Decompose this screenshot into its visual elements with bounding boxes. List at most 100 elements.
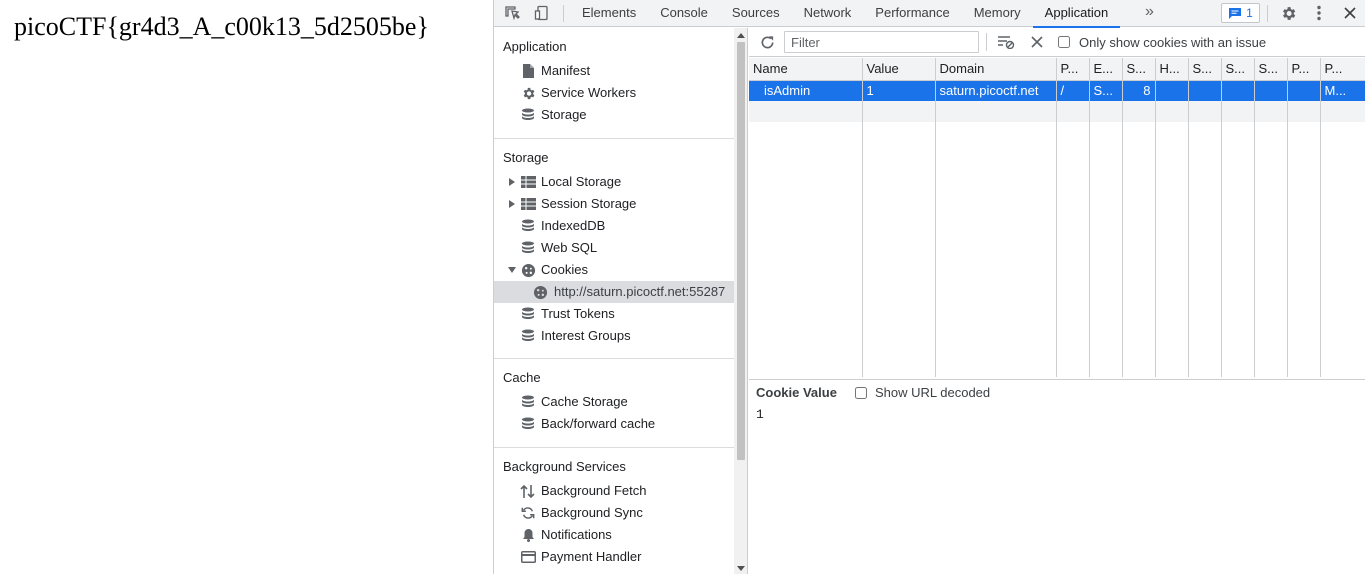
sidebar-item-cache-storage[interactable]: Cache Storage [494,391,734,413]
sidebar-item-background-fetch[interactable]: Background Fetch [494,480,734,502]
sidebar-item-manifest[interactable]: Manifest [494,60,734,82]
cookie-table: Name Value Domain P... E... S... H... S.… [749,58,1365,377]
tab-performance[interactable]: Performance [863,0,961,27]
sidebar-item-storage[interactable]: Storage [494,104,734,126]
cookie-value-pane: Cookie Value Show URL decoded 1 [749,379,1365,574]
tab-console[interactable]: Console [648,0,720,27]
cell-name[interactable]: isAdmin [749,80,863,101]
column-header-partition-key[interactable]: P... [1287,58,1321,81]
grid-icon [520,174,536,190]
sidebar-item-web-sql[interactable]: Web SQL [494,237,734,259]
cell-sameparty[interactable] [1254,80,1288,101]
sidebar-item-indexeddb[interactable]: IndexedDB [494,215,734,237]
column-header-secure[interactable]: S... [1188,58,1222,81]
cookie-value-title: Cookie Value [756,385,837,400]
settings-gear-icon[interactable] [1277,3,1299,23]
empty-table-row[interactable] [749,101,1365,122]
column-header-httponly[interactable]: H... [1155,58,1189,81]
sidebar-item-background-sync[interactable]: Background Sync [494,502,734,524]
chevron-double-right-icon[interactable]: » [1145,2,1154,22]
table-header-row: Name Value Domain P... E... S... H... S.… [749,58,1365,81]
tab-sources[interactable]: Sources [720,0,792,27]
arrows-up-down-icon [520,483,536,499]
scroll-up-arrow-icon[interactable] [737,33,745,38]
collapse-arrow-icon[interactable] [507,259,517,281]
expand-arrow-icon[interactable] [507,171,517,193]
sidebar-item-back-forward-cache[interactable]: Back/forward cache [494,413,734,435]
sidebar-item-cookies[interactable]: Cookies [494,259,734,281]
devtools-tabbar: Elements Console Sources Network Perform… [494,0,1365,28]
grid-icon [520,196,536,212]
sidebar-item-interest-groups[interactable]: Interest Groups [494,325,734,347]
sidebar-scrollbar[interactable] [734,28,747,574]
cell-priority[interactable]: M... [1320,80,1365,101]
cell-samesite[interactable] [1221,80,1255,101]
filter-input[interactable] [784,31,979,53]
sidebar-item-session-storage[interactable]: Session Storage [494,193,734,215]
issues-button[interactable]: 1 [1221,3,1260,23]
cookies-panel: Only show cookies with an issue Name Val… [749,28,1365,574]
cell-secure[interactable] [1188,80,1222,101]
cell-httponly[interactable] [1155,80,1189,101]
expand-arrow-icon[interactable] [507,193,517,215]
device-toolbar-icon[interactable] [531,3,553,23]
only-issues-checkbox[interactable] [1058,36,1070,48]
column-header-value[interactable]: Value [862,58,936,81]
database-icon [520,394,536,410]
cell-size[interactable]: 8 [1122,80,1156,101]
sync-icon [520,505,536,521]
section-title-application: Application [503,39,567,54]
cell-expires[interactable]: S... [1089,80,1123,101]
column-header-name[interactable]: Name [749,58,863,81]
clear-filtered-cookies-icon[interactable] [996,33,1016,51]
cell-value[interactable]: 1 [862,80,936,101]
column-header-size[interactable]: S... [1122,58,1156,81]
tab-elements[interactable]: Elements [570,0,648,27]
section-title-storage: Storage [503,150,549,165]
show-url-decoded-label: Show URL decoded [875,385,991,400]
refresh-icon[interactable] [758,33,776,51]
close-devtools-icon[interactable] [1339,3,1361,23]
column-header-priority[interactable]: P... [1320,58,1365,81]
column-header-samesite[interactable]: S... [1221,58,1255,81]
database-icon [520,240,536,256]
column-header-sameparty[interactable]: S... [1254,58,1288,81]
flag-text: picoCTF{gr4d3_A_c00k13_5d2505be} [14,12,429,41]
tab-network[interactable]: Network [792,0,864,27]
cookie-table-container: Name Value Domain P... E... S... H... S.… [749,58,1365,379]
show-url-decoded-checkbox[interactable] [855,387,867,399]
sidebar-item-local-storage[interactable]: Local Storage [494,171,734,193]
issues-count: 1 [1246,6,1253,20]
database-icon [520,416,536,432]
cell-path[interactable]: / [1056,80,1090,101]
devtools-tabs: Elements Console Sources Network Perform… [570,0,1121,28]
column-header-path[interactable]: P... [1056,58,1090,81]
sidebar-item-cookie-origin[interactable]: http://saturn.picoctf.net:55287 [494,281,734,303]
scrollbar-thumb[interactable] [737,42,745,460]
inspect-element-icon[interactable] [501,3,523,23]
sidebar-item-service-workers[interactable]: Service Workers [494,82,734,104]
web-page: picoCTF{gr4d3_A_c00k13_5d2505be} [0,0,493,574]
clear-all-cookies-icon[interactable] [1028,33,1046,51]
cell-partition-key[interactable] [1287,80,1321,101]
cookie-value-text[interactable]: 1 [756,407,764,422]
column-header-domain[interactable]: Domain [935,58,1057,81]
section-title-background-services: Background Services [503,459,626,474]
database-icon [520,328,536,344]
column-header-expires[interactable]: E... [1089,58,1123,81]
scroll-down-arrow-icon[interactable] [737,566,745,571]
cookie-icon [532,284,548,300]
kebab-menu-icon[interactable] [1308,3,1330,23]
sidebar-item-payment-handler[interactable]: Payment Handler [494,546,734,568]
application-sidebar: Application Manifest Service Workers Sto… [494,28,748,574]
database-icon [520,306,536,322]
table-row[interactable]: isAdmin 1 saturn.picoctf.net / S... 8 M.… [749,80,1365,101]
cookies-toolbar: Only show cookies with an issue [749,28,1365,57]
cell-domain[interactable]: saturn.picoctf.net [935,80,1057,101]
tab-memory[interactable]: Memory [962,0,1033,27]
sidebar-item-notifications[interactable]: Notifications [494,524,734,546]
sidebar-item-trust-tokens[interactable]: Trust Tokens [494,303,734,325]
cookie-icon [520,262,536,278]
tab-application[interactable]: Application [1032,0,1121,28]
database-icon [520,218,536,234]
